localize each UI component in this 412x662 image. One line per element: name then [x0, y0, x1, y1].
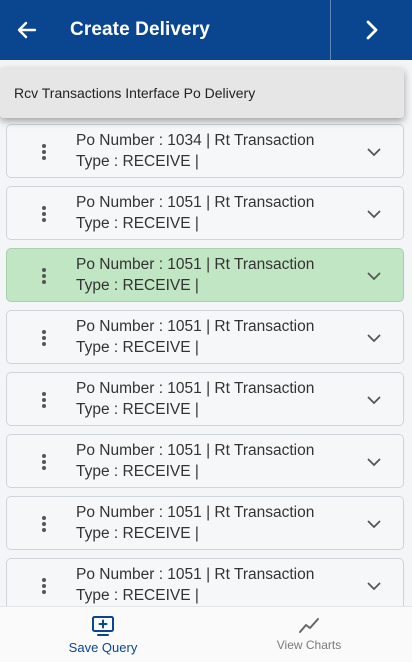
save-query-button[interactable]: Save Query	[0, 607, 206, 662]
list-item-line1: Po Number : 1051 | Rt Transaction	[76, 256, 315, 273]
list-item[interactable]: Po Number : 1051 | Rt Transaction Type :…	[6, 186, 404, 240]
list-item-line2: Type : RECEIVE |	[76, 525, 199, 542]
view-charts-label: View Charts	[276, 638, 342, 652]
more-options-icon[interactable]	[31, 386, 57, 414]
more-options-icon[interactable]	[31, 572, 57, 600]
list-item[interactable]: Po Number : 1051 | Rt Transaction Type :…	[6, 496, 404, 550]
more-options-icon[interactable]	[31, 138, 57, 166]
bottom-nav: Save Query View Charts	[0, 606, 412, 662]
list-item-line2: Type : RECEIVE |	[76, 339, 199, 356]
chevron-down-icon[interactable]	[365, 515, 383, 533]
list-item-text: Po Number : 1051 | Rt Transaction Type :…	[76, 192, 346, 234]
list-item-text: Po Number : 1051 | Rt Transaction Type :…	[76, 502, 346, 544]
list-item-line1: Po Number : 1051 | Rt Transaction	[76, 566, 315, 583]
list-item-text: Po Number : 1051 | Rt Transaction Type :…	[76, 254, 346, 296]
list-item-line1: Po Number : 1051 | Rt Transaction	[76, 380, 315, 397]
list-item[interactable]: Po Number : 1034 | Rt Transaction Type :…	[6, 124, 404, 178]
list-item-line2: Type : RECEIVE |	[76, 153, 199, 170]
chevron-down-icon[interactable]	[365, 391, 383, 409]
transaction-list: Po Number : 1034 | Rt Transaction Type :…	[6, 124, 404, 620]
list-item-line1: Po Number : 1051 | Rt Transaction	[76, 194, 315, 211]
list-item[interactable]: Po Number : 1051 | Rt Transaction Type :…	[6, 310, 404, 364]
list-item-text: Po Number : 1051 | Rt Transaction Type :…	[76, 564, 346, 606]
list-item-line2: Type : RECEIVE |	[76, 463, 199, 480]
list-item-line2: Type : RECEIVE |	[76, 401, 199, 418]
app-header: Create Delivery	[0, 0, 412, 60]
list-item-line2: Type : RECEIVE |	[76, 277, 199, 294]
view-charts-button[interactable]: View Charts	[206, 607, 412, 662]
more-options-icon[interactable]	[31, 510, 57, 538]
more-options-icon[interactable]	[31, 200, 57, 228]
chevron-right-icon	[366, 20, 377, 40]
line-chart-icon	[299, 618, 319, 633]
chevron-down-icon[interactable]	[365, 453, 383, 471]
monitor-add-icon	[92, 615, 114, 636]
list-item[interactable]: Po Number : 1051 | Rt Transaction Type :…	[6, 372, 404, 426]
list-item-line2: Type : RECEIVE |	[76, 215, 199, 232]
arrow-left-icon	[17, 21, 37, 39]
dropdown-selected-value: Rcv Transactions Interface Po Delivery	[14, 85, 256, 101]
list-item-text: Po Number : 1051 | Rt Transaction Type :…	[76, 440, 346, 482]
list-item-line2: Type : RECEIVE |	[76, 587, 199, 604]
more-options-icon[interactable]	[31, 448, 57, 476]
chevron-down-icon[interactable]	[365, 577, 383, 595]
more-options-icon[interactable]	[31, 262, 57, 290]
list-item-text: Po Number : 1051 | Rt Transaction Type :…	[76, 316, 346, 358]
list-item[interactable]: Po Number : 1051 | Rt Transaction Type :…	[6, 434, 404, 488]
query-dropdown[interactable]: Rcv Transactions Interface Po Delivery	[0, 68, 404, 118]
list-item-line1: Po Number : 1034 | Rt Transaction	[76, 132, 315, 149]
list-item-line1: Po Number : 1051 | Rt Transaction	[76, 504, 315, 521]
chevron-down-icon[interactable]	[365, 143, 383, 161]
list-item-line1: Po Number : 1051 | Rt Transaction	[76, 318, 315, 335]
list-item-line1: Po Number : 1051 | Rt Transaction	[76, 442, 315, 459]
list-item-text: Po Number : 1051 | Rt Transaction Type :…	[76, 378, 346, 420]
more-options-icon[interactable]	[31, 324, 57, 352]
next-button[interactable]	[331, 0, 412, 60]
list-item-selected[interactable]: Po Number : 1051 | Rt Transaction Type :…	[6, 248, 404, 302]
chevron-down-icon[interactable]	[365, 267, 383, 285]
list-item[interactable]: Po Number : 1051 | Rt Transaction Type :…	[6, 558, 404, 612]
chevron-down-icon[interactable]	[365, 205, 383, 223]
back-button[interactable]	[0, 0, 54, 60]
chevron-down-icon[interactable]	[365, 329, 383, 347]
list-item-text: Po Number : 1034 | Rt Transaction Type :…	[76, 130, 346, 172]
save-query-label: Save Query	[68, 639, 138, 655]
